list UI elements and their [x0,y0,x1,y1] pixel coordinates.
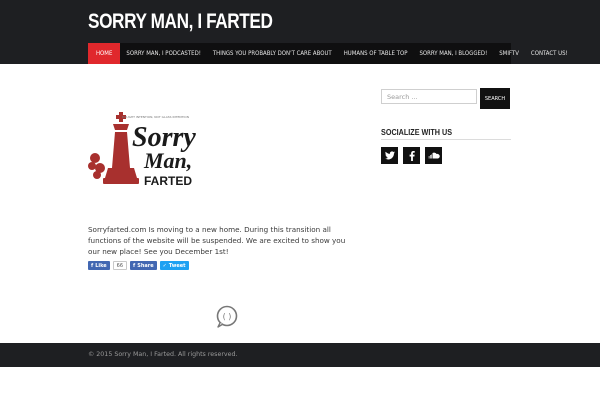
facebook-icon [409,150,415,161]
tweet-label: Tweet [168,262,186,269]
search-button[interactable]: SEARCH [480,88,510,109]
twitter-button[interactable] [381,147,398,164]
facebook-icon: f [91,262,94,269]
tweet-button[interactable]: ✓ Tweet [159,261,189,270]
search-input[interactable]: Search ... [381,89,477,104]
like-label: Like [95,262,107,269]
logo-word-farted: FARTED [144,174,192,188]
facebook-icon: f [133,262,136,269]
nav-item-podcasted[interactable]: SORRY MAN, I PODCASTED! [120,43,207,64]
facebook-like-button[interactable]: f Like [88,261,110,270]
soundcloud-icon [428,152,440,159]
facebook-share-button[interactable]: f Share [130,261,157,270]
nav-item-humans[interactable]: HUMANS OF TABLE TOP [338,43,414,64]
twitter-icon [384,151,395,160]
post-body: Sorryfarted.com Is moving to a new home.… [88,225,346,256]
search-placeholder: Search ... [387,92,418,101]
logo-word-man: Man, [143,148,192,173]
site-logo: BOUGHT INTENTION, NOT GLASS INTENTION So… [88,88,216,206]
site-title[interactable]: SORRY MAN, I FARTED [88,10,273,34]
widget-divider [381,139,511,140]
site-header: SORRY MAN, I FARTED HOME SORRY MAN, I PO… [0,0,600,64]
nav-item-things[interactable]: THINGS YOU PROBABLY DON'T CARE ABOUT [207,43,338,64]
twitter-icon: ✓ [162,262,167,269]
site-footer: © 2015 Sorry Man, I Farted. All rights r… [0,343,600,367]
nav-item-home[interactable]: HOME [88,43,121,64]
facebook-button[interactable] [403,147,420,164]
logo-initial: I [129,175,135,187]
like-count: 66 [112,261,128,270]
logo-tagline: BOUGHT INTENTION, NOT GLASS INTENTION [122,115,189,119]
nav-item-smiftv[interactable]: SMIFTV [493,43,525,64]
nav-item-contact[interactable]: CONTACT US! [525,43,574,64]
widget-title: SOCIALIZE WITH US [381,127,453,137]
copyright-text: © 2015 Sorry Man, I Farted. All rights r… [88,351,238,358]
share-buttons: f Like 66 f Share ✓ Tweet [88,261,189,270]
logo-graphic: BOUGHT INTENTION, NOT GLASS INTENTION So… [88,112,196,188]
share-label: Share [137,262,154,269]
nav-item-blogged[interactable]: SORRY MAN, I BLOGGED! [413,43,493,64]
soundcloud-button[interactable] [425,147,442,164]
main-nav: HOME SORRY MAN, I PODCASTED! THINGS YOU … [88,43,568,64]
svg-text:( ): ( ) [223,312,232,321]
comment-icon[interactable]: ( ) [215,305,238,328]
